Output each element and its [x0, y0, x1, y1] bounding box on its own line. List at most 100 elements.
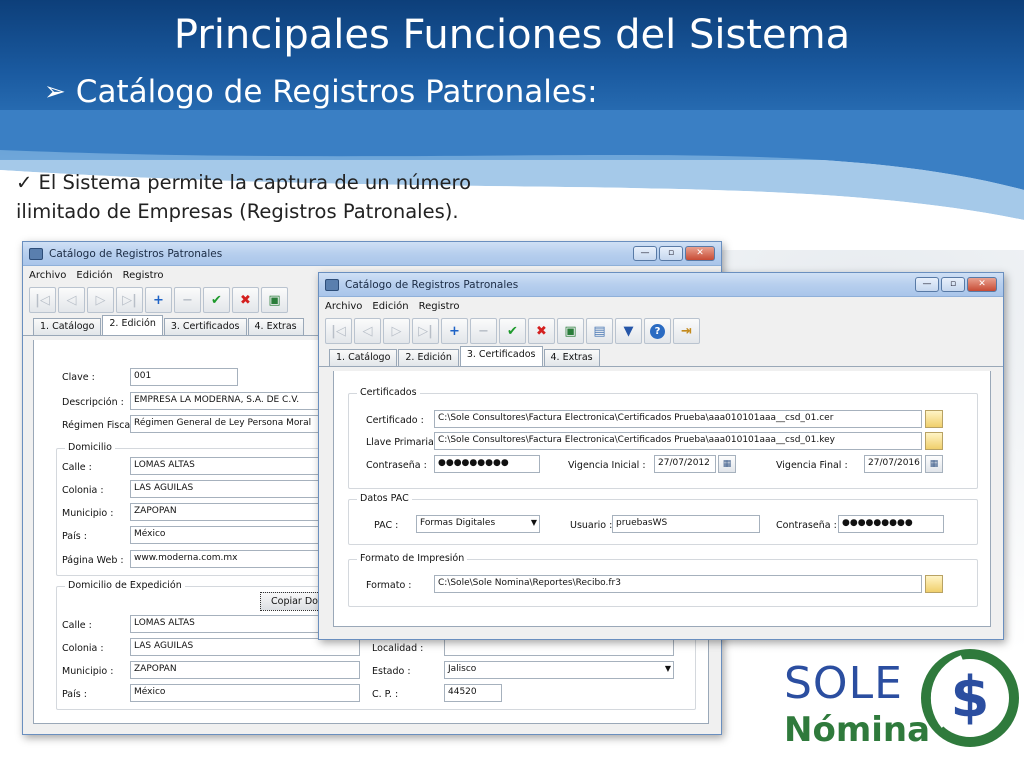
- usuario-label: Usuario :: [570, 520, 613, 531]
- folder-icon[interactable]: [925, 575, 943, 593]
- save-button[interactable]: ✔: [203, 287, 230, 313]
- delete-record-button[interactable]: −: [174, 287, 201, 313]
- next-record-button[interactable]: ▷: [87, 287, 114, 313]
- tab-catalogo[interactable]: 1. Catálogo: [33, 318, 102, 335]
- logo-sole-text: SOLE: [784, 658, 903, 709]
- front-window-title: Catálogo de Registros Patronales: [345, 278, 519, 291]
- dollar-logo-icon: $: [921, 649, 1019, 747]
- pac-password-field[interactable]: ●●●●●●●●●: [838, 515, 944, 533]
- minimize-button[interactable]: —: [633, 246, 657, 261]
- exp-pais-field[interactable]: México: [130, 684, 360, 702]
- back-titlebar[interactable]: Catálogo de Registros Patronales — ▫ ✕: [23, 242, 721, 266]
- next-record-button[interactable]: ▷: [383, 318, 410, 344]
- exp-municipio-label: Municipio :: [62, 666, 114, 677]
- vig-ini-field[interactable]: 27/07/2012: [654, 455, 716, 473]
- cancel-button[interactable]: ✖: [528, 318, 555, 344]
- maximize-button[interactable]: ▫: [659, 246, 683, 261]
- slide-subtitle: ➢ Catálogo de Registros Patronales:: [44, 74, 598, 110]
- vig-ini-label: Vigencia Inicial :: [568, 460, 646, 471]
- calendar-icon[interactable]: ▦: [718, 455, 736, 473]
- pac-select[interactable]: Formas Digitales ▼: [416, 515, 540, 533]
- menu-archivo[interactable]: Archivo: [325, 301, 362, 312]
- exit-icon[interactable]: ⇥: [673, 318, 700, 344]
- estado-label: Estado :: [372, 666, 411, 677]
- add-record-button[interactable]: +: [441, 318, 468, 344]
- menu-registro[interactable]: Registro: [419, 301, 460, 312]
- exp-calle-label: Calle :: [62, 620, 92, 631]
- expedicion-label: Domicilio de Expedición: [65, 580, 185, 591]
- sole-nomina-logo: SOLE Nómina $: [780, 640, 1024, 768]
- certificado-field[interactable]: C:\Sole Consultores\Factura Electronica\…: [434, 410, 922, 428]
- tab-certificados[interactable]: 3. Certificados: [459, 346, 543, 366]
- tab-extras[interactable]: 4. Extras: [247, 318, 304, 335]
- help-icon[interactable]: ?: [644, 318, 671, 344]
- exp-colonia-field[interactable]: LAS AGUILAS: [130, 638, 360, 656]
- tab-catalogo[interactable]: 1. Catálogo: [329, 349, 398, 366]
- exp-pais-label: País :: [62, 689, 87, 700]
- front-tabs: 1. Catálogo 2. Edición 3. Certificados 4…: [319, 346, 1003, 367]
- calendar-icon[interactable]: ▦: [925, 455, 943, 473]
- export-button[interactable]: ▣: [261, 287, 288, 313]
- password-field[interactable]: ●●●●●●●●●: [434, 455, 540, 473]
- vig-fin-field[interactable]: 27/07/2016: [864, 455, 922, 473]
- slide-title: Principales Funciones del Sistema: [173, 12, 851, 58]
- exp-municipio-field[interactable]: ZAPOPAN: [130, 661, 360, 679]
- close-button[interactable]: ✕: [685, 246, 715, 261]
- clave-label: Clave :: [62, 372, 95, 383]
- prev-record-button[interactable]: ◁: [58, 287, 85, 313]
- exp-colonia-label: Colonia :: [62, 643, 104, 654]
- folder-icon[interactable]: [925, 432, 943, 450]
- app-icon: [325, 278, 339, 291]
- tab-edicion[interactable]: 2. Edición: [398, 349, 459, 366]
- localidad-field[interactable]: [444, 638, 674, 656]
- clave-field[interactable]: 001: [130, 368, 238, 386]
- certificado-label: Certificado :: [366, 415, 424, 426]
- menu-edicion[interactable]: Edición: [372, 301, 408, 312]
- save-button[interactable]: ✔: [499, 318, 526, 344]
- estado-select[interactable]: Jalisco ▼: [444, 661, 674, 679]
- add-record-button[interactable]: +: [145, 287, 172, 313]
- formato-field[interactable]: C:\Sole\Sole Nomina\Reportes\Recibo.fr3: [434, 575, 922, 593]
- pac-label-group: Datos PAC: [357, 493, 412, 504]
- first-record-button[interactable]: |◁: [29, 287, 56, 313]
- tab-certificados[interactable]: 3. Certificados: [163, 318, 247, 335]
- filter-icon[interactable]: ▼: [615, 318, 642, 344]
- last-record-button[interactable]: ▷|: [116, 287, 143, 313]
- back-window-title: Catálogo de Registros Patronales: [49, 247, 223, 260]
- maximize-button[interactable]: ▫: [941, 277, 965, 292]
- front-window: Catálogo de Registros Patronales — ▫ ✕ A…: [318, 272, 1004, 640]
- subtitle-text: Catálogo de Registros Patronales:: [75, 74, 598, 110]
- calle-label: Calle :: [62, 462, 92, 473]
- export-button[interactable]: ▣: [557, 318, 584, 344]
- front-menubar: Archivo Edición Registro: [319, 297, 1003, 315]
- localidad-label: Localidad :: [372, 643, 424, 654]
- tab-extras[interactable]: 4. Extras: [543, 349, 600, 366]
- menu-edicion[interactable]: Edición: [76, 270, 112, 281]
- front-titlebar[interactable]: Catálogo de Registros Patronales — ▫ ✕: [319, 273, 1003, 297]
- last-record-button[interactable]: ▷|: [412, 318, 439, 344]
- prev-record-button[interactable]: ◁: [354, 318, 381, 344]
- close-button[interactable]: ✕: [967, 277, 997, 292]
- tab-edicion[interactable]: 2. Edición: [102, 315, 163, 335]
- menu-archivo[interactable]: Archivo: [29, 270, 66, 281]
- vig-fin-label: Vigencia Final :: [776, 460, 848, 471]
- llave-field[interactable]: C:\Sole Consultores\Factura Electronica\…: [434, 432, 922, 450]
- bullet-line-2: ilimitado de Empresas (Registros Patrona…: [16, 200, 459, 223]
- check-icon: ✓: [16, 171, 33, 194]
- first-record-button[interactable]: |◁: [325, 318, 352, 344]
- menu-registro[interactable]: Registro: [123, 270, 164, 281]
- folder-icon[interactable]: [925, 410, 943, 428]
- page-icon[interactable]: ▤: [586, 318, 613, 344]
- chevron-down-icon: ▼: [664, 664, 671, 673]
- logo-nomina-text: Nómina: [784, 710, 931, 750]
- cancel-button[interactable]: ✖: [232, 287, 259, 313]
- cp-field[interactable]: 44520: [444, 684, 502, 702]
- domicilio-label: Domicilio: [65, 442, 115, 453]
- usuario-field[interactable]: pruebasWS: [612, 515, 760, 533]
- contrasena-label: Contraseña :: [366, 460, 427, 471]
- bullet-text: ✓ El Sistema permite la captura de un nú…: [16, 168, 516, 226]
- front-toolbar: |◁ ◁ ▷ ▷| + − ✔ ✖ ▣ ▤ ▼ ? ⇥: [319, 315, 1003, 347]
- web-label: Página Web :: [62, 555, 124, 566]
- delete-record-button[interactable]: −: [470, 318, 497, 344]
- minimize-button[interactable]: —: [915, 277, 939, 292]
